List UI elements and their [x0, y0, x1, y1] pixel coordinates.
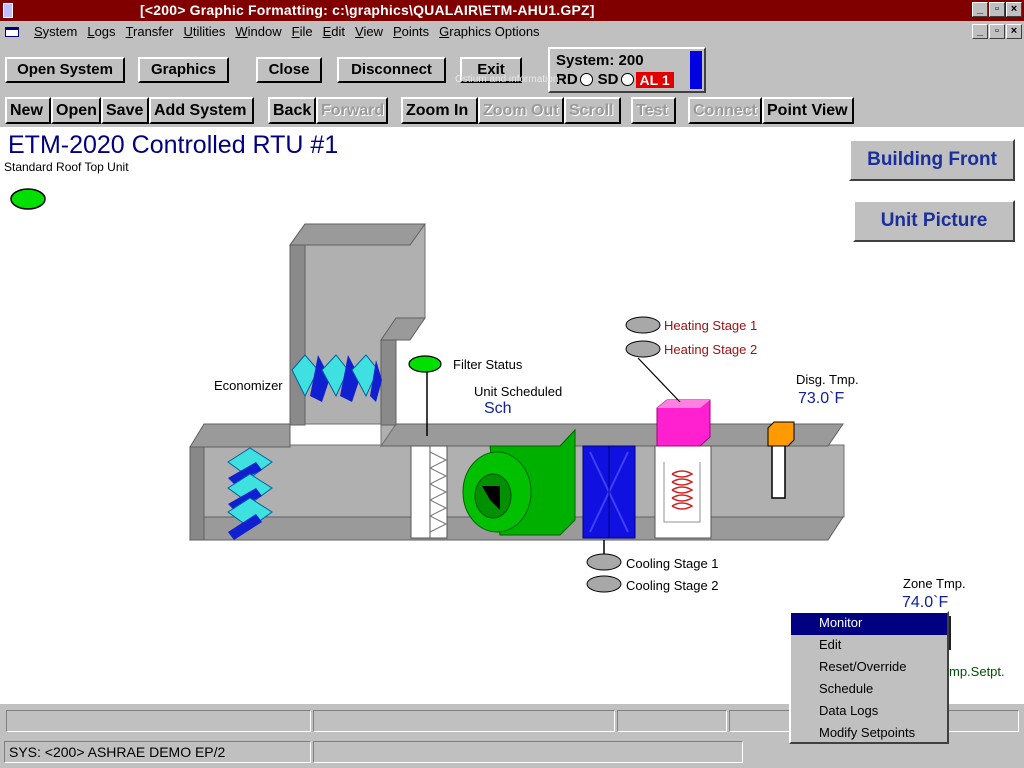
- zone-temp-label: Zone Tmp.: [903, 576, 966, 591]
- status-cell-3: [617, 710, 727, 732]
- filter-status-label: Filter Status: [453, 357, 523, 372]
- discharge-temp-value[interactable]: 73.0`F: [798, 390, 844, 408]
- ctx-monitor[interactable]: Monitor: [791, 613, 947, 635]
- filter-status-indicator-icon[interactable]: [408, 355, 442, 373]
- return-air-riser: [289, 223, 426, 448]
- zone-temp-value[interactable]: 74.0`F: [902, 594, 948, 612]
- heating-stage-2-label: Heating Stage 2: [664, 342, 758, 357]
- economizer-label: Economizer: [214, 378, 283, 393]
- cooling-stage-2-label: Cooling Stage 2: [626, 578, 719, 593]
- status-system-text: SYS: <200> ASHRAE DEMO EP/2: [9, 744, 226, 760]
- cooling-stage-2-indicator-icon[interactable]: [586, 575, 622, 593]
- heating-coil-icon[interactable]: [654, 445, 712, 539]
- unit-scheduled-value[interactable]: Sch: [484, 400, 512, 418]
- status-cell-empty: [313, 741, 743, 763]
- context-menu: Monitor Edit Reset/Override Schedule Dat…: [789, 611, 949, 744]
- ctx-modify-setpoints[interactable]: Modify Setpoints: [791, 723, 947, 745]
- app-window: [<200> Graphic Formatting: c:\graphics\Q…: [0, 0, 1024, 768]
- heating-control-box-icon[interactable]: [656, 399, 711, 447]
- heating-stage-2-indicator-icon[interactable]: [625, 340, 661, 358]
- ctx-data-logs[interactable]: Data Logs: [791, 701, 947, 723]
- cooling-coil-icon[interactable]: [582, 445, 636, 539]
- heating-stage-1-label: Heating Stage 1: [664, 318, 758, 333]
- heating-stage-1-indicator-icon[interactable]: [625, 316, 661, 334]
- discharge-temp-label: Disg. Tmp.: [796, 372, 859, 387]
- ctx-reset-override[interactable]: Reset/Override: [791, 657, 947, 679]
- status-system-cell: SYS: <200> ASHRAE DEMO EP/2: [4, 741, 311, 763]
- cooling-stage-1-indicator-icon[interactable]: [586, 553, 622, 571]
- status-cell-1: [6, 710, 311, 732]
- cooling-stage-1-label: Cooling Stage 1: [626, 556, 719, 571]
- status-cell-2: [313, 710, 615, 732]
- filter-icon[interactable]: [410, 445, 448, 539]
- unit-scheduled-label: Unit Scheduled: [474, 384, 563, 399]
- zone-setpoint-label: mp.Setpt.: [949, 664, 1005, 679]
- ctx-edit[interactable]: Edit: [791, 635, 947, 657]
- unit-status-indicator-icon[interactable]: [10, 188, 46, 210]
- ctx-schedule[interactable]: Schedule: [791, 679, 947, 701]
